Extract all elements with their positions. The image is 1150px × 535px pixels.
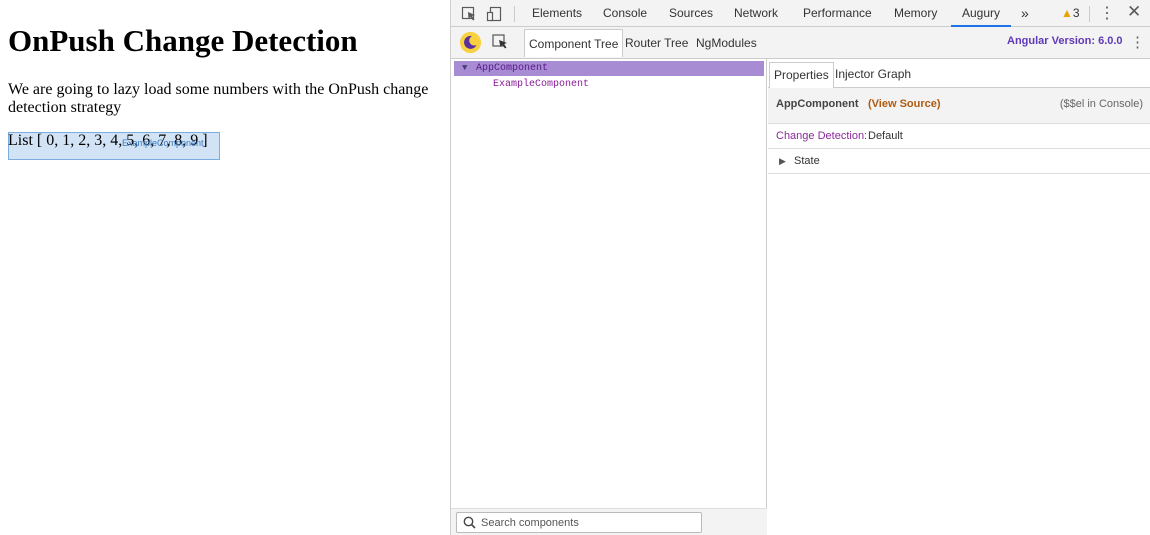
expand-triangle-icon[interactable]: ▶ xyxy=(779,149,786,174)
component-header: AppComponent (View Source) ($$el in Cons… xyxy=(768,88,1150,124)
tab-memory[interactable]: Memory xyxy=(894,0,937,27)
tab-performance[interactable]: Performance xyxy=(803,0,872,27)
search-box xyxy=(456,512,702,533)
tree-node-example-component[interactable]: ExampleComponent xyxy=(493,77,589,92)
tab-injector-graph[interactable]: Injector Graph xyxy=(831,62,915,88)
search-icon xyxy=(463,516,476,532)
more-tabs-icon[interactable]: » xyxy=(1021,0,1029,27)
component-name: AppComponent xyxy=(776,98,859,110)
devtools-toolbar: Elements Console Sources Network Perform… xyxy=(451,0,1150,27)
change-detection-row: Change Detection: Default xyxy=(768,124,1150,149)
angular-version-label: Angular Version: 6.0.0 xyxy=(1007,35,1123,47)
devtools-panel: Elements Console Sources Network Perform… xyxy=(450,0,1150,535)
toolbar-divider xyxy=(1089,6,1090,22)
warnings-indicator[interactable]: ▲3 xyxy=(1061,0,1080,27)
close-icon[interactable]: ✕ xyxy=(1127,2,1141,22)
tab-properties[interactable]: Properties xyxy=(769,62,834,88)
tab-router-tree[interactable]: Router Tree xyxy=(621,29,692,57)
warning-icon: ▲ xyxy=(1061,6,1073,20)
tab-sources[interactable]: Sources xyxy=(669,0,713,27)
change-detection-value: Default xyxy=(868,130,903,142)
tree-node-app-component[interactable]: ▼ AppComponent xyxy=(454,61,764,76)
tab-augury[interactable]: Augury xyxy=(951,0,1012,27)
tree-search-bar xyxy=(451,508,767,535)
tab-network[interactable]: Network xyxy=(734,0,778,27)
properties-panel: Properties Injector Graph AppComponent (… xyxy=(768,59,1150,535)
change-detection-label: Change Detection: xyxy=(776,130,868,142)
page-intro-text: We are going to lazy load some numbers w… xyxy=(8,81,429,116)
page-title: OnPush Change Detection xyxy=(8,23,358,58)
view-source-link[interactable]: (View Source) xyxy=(868,98,941,110)
properties-tab-bar: Properties Injector Graph xyxy=(768,59,1150,88)
inspect-element-icon[interactable] xyxy=(459,4,479,24)
augury-menu-icon[interactable]: ⋮ xyxy=(1130,33,1145,51)
tab-console[interactable]: Console xyxy=(603,0,647,27)
tab-ngmodules[interactable]: NgModules xyxy=(692,29,761,57)
state-section-toggle[interactable]: ▶ State xyxy=(768,149,1150,174)
select-component-icon[interactable] xyxy=(491,33,509,54)
warning-count: 3 xyxy=(1072,6,1080,20)
expand-triangle-icon[interactable]: ▼ xyxy=(462,61,467,76)
app-page: OnPush Change Detection We are going to … xyxy=(0,0,450,535)
state-label: State xyxy=(794,155,820,167)
toolbar-divider xyxy=(514,6,515,22)
component-highlight-label: ExampleComponent xyxy=(122,138,204,148)
component-tree-panel: ▼ AppComponent ExampleComponent xyxy=(451,59,767,535)
tree-node-label: AppComponent xyxy=(476,63,549,74)
devtools-menu-icon[interactable]: ⋮ xyxy=(1099,3,1115,23)
augury-logo-icon xyxy=(460,32,481,53)
search-components-input[interactable] xyxy=(479,514,699,531)
console-hint: ($$el in Console) xyxy=(1059,98,1143,110)
tab-elements[interactable]: Elements xyxy=(532,0,582,27)
augury-toolbar: Component Tree Router Tree NgModules Ang… xyxy=(451,27,1150,59)
device-toolbar-icon[interactable] xyxy=(484,4,504,24)
tab-component-tree[interactable]: Component Tree xyxy=(524,29,624,57)
